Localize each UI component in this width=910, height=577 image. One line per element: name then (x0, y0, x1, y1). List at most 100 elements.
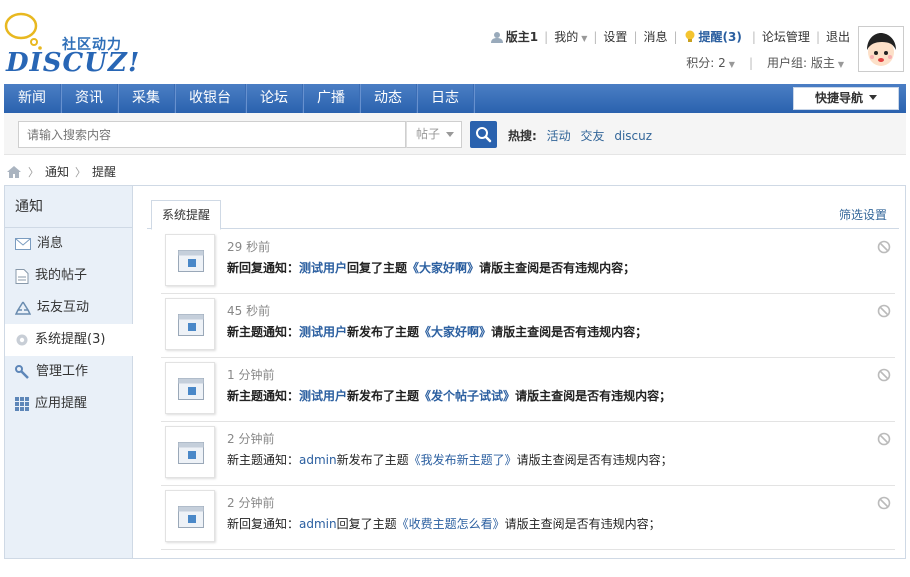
list-item: 29 秒前 新回复通知：测试用户回复了主题《大家好啊》请版主查阅是否有违规内容； (161, 230, 895, 294)
breadcrumb: 〉 通知 〉 提醒 (6, 163, 116, 180)
sidebar-item-interaction[interactable]: 坛友互动 (5, 292, 132, 324)
grid-icon (15, 397, 29, 411)
usergroup-menu[interactable]: 用户组: 版主 ▼ (767, 54, 844, 71)
nav-item-broadcast[interactable]: 广播 (303, 84, 360, 113)
notice-topic-link[interactable]: 《发个帖子试试》 (419, 389, 515, 403)
sidebar-item-app-remind[interactable]: 应用提醒 (5, 388, 132, 420)
filter-settings-link[interactable]: 筛选设置 (839, 206, 887, 223)
list-item: 1 分钟前 新主题通知：测试用户新发布了主题《发个帖子试试》请版主查阅是否有违规… (161, 358, 895, 422)
settings-link[interactable]: 设置 (603, 28, 627, 45)
site-logo[interactable]: 社区动力 DISCUZ! (4, 12, 144, 78)
search-type-select[interactable]: 帖子 (406, 121, 462, 148)
notice-time: 45 秒前 (227, 304, 271, 318)
notice-user-link[interactable]: admin (299, 517, 337, 531)
nav-item-blog[interactable]: 日志 (417, 84, 474, 113)
notice-text: 新回复通知：admin回复了主题《收费主题怎么看》请版主查阅是否有违规内容； (227, 515, 661, 532)
notice-topic-link[interactable]: 《大家好啊》 (419, 325, 491, 339)
notice-user-link[interactable]: 测试用户 (299, 325, 347, 339)
notice-user-link[interactable]: admin (299, 453, 337, 467)
sidebar-title: 通知 (5, 186, 132, 228)
delete-icon[interactable] (877, 496, 891, 510)
sidebar-item-label: 管理工作 (36, 364, 89, 379)
notice-topic-link[interactable]: 《我发布新主题了》 (409, 453, 517, 467)
notice-thumb (165, 362, 215, 414)
home-icon[interactable] (6, 165, 22, 179)
bubble-logo-icon (4, 12, 42, 50)
notice-action: 新发布了主题 (336, 453, 409, 467)
search-button[interactable] (470, 121, 497, 148)
notice-text: 新主题通知：admin新发布了主题《我发布新主题了》请版主查阅是否有违规内容； (227, 451, 673, 468)
my-menu-label: 我的 (554, 30, 579, 44)
breadcrumb-arrow-icon: 〉 (75, 165, 87, 179)
notice-suffix: 请版主查阅是否有违规内容； (479, 261, 636, 275)
hot-search: 热搜: 活动 交友 discuz (508, 127, 658, 144)
notice-user-link[interactable]: 测试用户 (299, 261, 347, 275)
my-menu[interactable]: 我的 ▼ (554, 28, 587, 45)
avatar[interactable] (858, 26, 904, 72)
notice-time: 29 秒前 (227, 240, 271, 254)
delete-icon[interactable] (877, 304, 891, 318)
separator: | (815, 29, 820, 44)
sidebar-item-label: 系统提醒(3) (35, 332, 106, 347)
nav-item-collect[interactable]: 采集 (118, 84, 175, 113)
main-panel: 通知 消息 我的帖子 坛友互动 系统提醒(3) 管理工作 应用提醒 系统提醒 筛… (4, 185, 906, 559)
chevron-down-icon: ▼ (728, 60, 735, 69)
username-link[interactable]: 版主1 (506, 28, 538, 45)
breadcrumb-notice[interactable]: 通知 (45, 163, 69, 180)
delete-icon[interactable] (877, 432, 891, 446)
chevron-down-icon: ▼ (837, 60, 844, 69)
search-input[interactable] (18, 121, 406, 148)
separator: | (748, 55, 753, 70)
notice-text: 新主题通知：测试用户新发布了主题《大家好啊》请版主查阅是否有违规内容； (227, 323, 647, 340)
nav-item-news[interactable]: 新闻 (4, 84, 61, 113)
quick-nav-label: 快捷导航 (814, 91, 863, 105)
gear-icon (16, 334, 28, 346)
nav-item-feed[interactable]: 动态 (360, 84, 417, 113)
window-icon (178, 442, 204, 464)
notice-action: 回复了主题 (336, 517, 397, 531)
avatar-face-icon (860, 28, 902, 70)
logout-link[interactable]: 退出 (826, 28, 850, 45)
nav-item-info[interactable]: 资讯 (61, 84, 118, 113)
delete-icon[interactable] (877, 368, 891, 382)
notice-user-link[interactable]: 测试用户 (299, 389, 347, 403)
sidebar-item-manage[interactable]: 管理工作 (5, 356, 132, 388)
separator: | (544, 29, 549, 44)
logo-wordmark: DISCUZ! (6, 48, 141, 78)
notice-content: 系统提醒 筛选设置 29 秒前 新回复通知：测试用户回复了主题《大家好啊》请版主… (147, 186, 899, 558)
tab-system-remind[interactable]: 系统提醒 (151, 200, 222, 230)
hot-search-link[interactable]: 活动 (547, 129, 571, 143)
messages-link[interactable]: 消息 (643, 28, 667, 45)
notice-prefix: 新主题通知： (227, 325, 300, 339)
notice-prefix: 新主题通知： (227, 453, 300, 467)
chevron-down-icon: ▼ (581, 34, 588, 43)
list-item: 2 分钟前 新回复通知：admin回复了主题《收费主题怎么看》请版主查阅是否有违… (161, 486, 895, 550)
hot-search-link[interactable]: discuz (614, 129, 652, 143)
notice-time: 1 分钟前 (227, 368, 275, 382)
nav-item-cashier[interactable]: 收银台 (175, 84, 246, 113)
sidebar-item-my-posts[interactable]: 我的帖子 (5, 260, 132, 292)
notice-topic-link[interactable]: 《大家好啊》 (407, 261, 479, 275)
sidebar-item-label: 消息 (37, 236, 64, 251)
notice-topic-link[interactable]: 《收费主题怎么看》 (397, 517, 505, 531)
search-type-label: 帖子 (416, 127, 441, 141)
quick-nav-button[interactable]: 快捷导航 (793, 87, 899, 110)
points-menu[interactable]: 积分: 2 ▼ (686, 54, 735, 71)
envelope-icon (15, 238, 31, 250)
forum-admin-link[interactable]: 论坛管理 (762, 28, 810, 45)
remind-link[interactable]: 提醒(3) (699, 28, 742, 45)
window-icon (178, 314, 204, 336)
sidebar-item-system-remind[interactable]: 系统提醒(3) (5, 324, 133, 356)
notice-text: 新回复通知：测试用户回复了主题《大家好啊》请版主查阅是否有违规内容； (227, 259, 635, 276)
separator: | (593, 29, 598, 44)
recycle-icon (15, 301, 31, 315)
sidebar-item-messages[interactable]: 消息 (5, 228, 132, 260)
notice-suffix: 请版主查阅是否有违规内容； (515, 389, 672, 403)
sidebar-item-label: 我的帖子 (35, 268, 88, 283)
separator: | (673, 29, 678, 44)
user-stats: 积分: 2 ▼ | 用户组: 版主 ▼ (686, 54, 844, 71)
nav-item-forum[interactable]: 论坛 (246, 84, 303, 113)
hot-search-link[interactable]: 交友 (580, 129, 604, 143)
user-icon (490, 31, 503, 43)
delete-icon[interactable] (877, 240, 891, 254)
